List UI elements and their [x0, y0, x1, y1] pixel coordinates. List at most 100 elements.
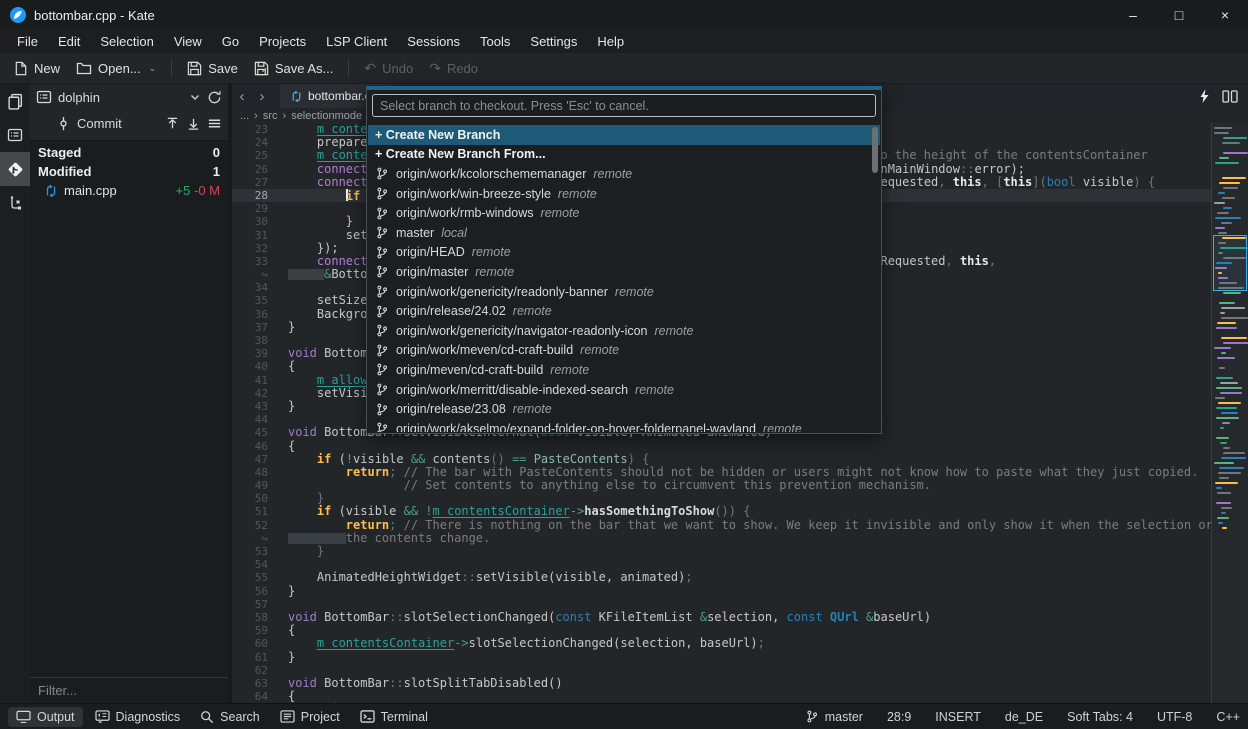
- status-c++[interactable]: C++: [1216, 710, 1240, 724]
- open-button[interactable]: Open...⌄: [68, 57, 164, 80]
- code-line[interactable]: 58void BottomBar::slotSelectionChanged(c…: [232, 611, 1211, 624]
- forward-button[interactable]: ›: [252, 88, 272, 105]
- menu-help[interactable]: Help: [588, 32, 633, 51]
- branch-item[interactable]: origin/release/23.08remote: [368, 399, 880, 419]
- line-number: ↪: [232, 532, 276, 545]
- pull-icon[interactable]: [186, 116, 201, 131]
- status-insert[interactable]: INSERT: [935, 710, 981, 724]
- menu-go[interactable]: Go: [213, 32, 248, 51]
- chevron-down-icon[interactable]: [189, 91, 201, 103]
- toolview-search[interactable]: Search: [192, 707, 268, 727]
- push-icon[interactable]: [165, 116, 180, 131]
- branch-item[interactable]: origin/work/genericity/readonly-bannerre…: [368, 282, 880, 302]
- branch-action-item[interactable]: + Create New Branch: [368, 125, 880, 145]
- branch-item[interactable]: origin/work/merritt/disable-indexed-sear…: [368, 380, 880, 400]
- toolview-diagnostics[interactable]: Diagnostics: [87, 707, 189, 727]
- menu-settings[interactable]: Settings: [521, 32, 586, 51]
- back-button[interactable]: ‹: [232, 88, 252, 105]
- tool-snippets[interactable]: [0, 186, 30, 220]
- code-line[interactable]: ↪the contents change.: [232, 532, 1211, 545]
- code-line[interactable]: 56}: [232, 585, 1211, 598]
- line-number: 62: [232, 664, 276, 677]
- branch-item[interactable]: origin/meven/cd-craft-buildremote: [368, 360, 880, 380]
- menu-view[interactable]: View: [165, 32, 211, 51]
- branch-item[interactable]: origin/masterremote: [368, 262, 880, 282]
- status-master[interactable]: master: [805, 709, 863, 724]
- branch-item[interactable]: origin/work/meven/cd-craft-buildremote: [368, 341, 880, 361]
- branch-item[interactable]: masterlocal: [368, 223, 880, 243]
- minimap-line: [1218, 277, 1228, 279]
- line-number: 53: [232, 545, 276, 558]
- toolview-terminal[interactable]: Terminal: [352, 707, 436, 727]
- minimap-line: [1222, 237, 1246, 239]
- branch-item[interactable]: origin/work/win-breeze-styleremote: [368, 184, 880, 204]
- status-soft-tabs-4[interactable]: Soft Tabs: 4: [1067, 710, 1133, 724]
- breadcrumb-item[interactable]: selectionmode: [291, 110, 362, 122]
- commit-button[interactable]: Commit: [77, 116, 122, 131]
- branch-item[interactable]: origin/work/rmb-windowsremote: [368, 203, 880, 223]
- menu-edit[interactable]: Edit: [49, 32, 89, 51]
- filter-input[interactable]: Filter...: [30, 677, 228, 703]
- project-selector[interactable]: dolphin: [58, 90, 100, 105]
- quick-actions-icon[interactable]: [1199, 89, 1210, 103]
- branch-item[interactable]: origin/work/genericity/navigator-readonl…: [368, 321, 880, 341]
- menu-tools[interactable]: Tools: [471, 32, 519, 51]
- breadcrumb-item[interactable]: ...: [240, 110, 249, 122]
- branch-item[interactable]: origin/work/akselmo/expand-folder-on-hov…: [368, 419, 880, 432]
- line-number: 51: [232, 505, 276, 518]
- tool-filesystem[interactable]: [0, 118, 30, 152]
- minimize-button[interactable]: –: [1110, 0, 1156, 30]
- code-line[interactable]: 53 }: [232, 545, 1211, 558]
- branch-item[interactable]: origin/release/24.02remote: [368, 301, 880, 321]
- refresh-icon[interactable]: [207, 90, 222, 105]
- split-view-icon[interactable]: [1222, 90, 1238, 103]
- menu-sessions[interactable]: Sessions: [398, 32, 469, 51]
- minimap-line: [1215, 162, 1239, 164]
- code-line[interactable]: 61}: [232, 651, 1211, 664]
- menu-file[interactable]: File: [8, 32, 47, 51]
- code-line[interactable]: 49 // Set contents to anything else to c…: [232, 479, 1211, 492]
- status-utf-8[interactable]: UTF-8: [1157, 710, 1192, 724]
- status-de-de[interactable]: de_DE: [1005, 710, 1043, 724]
- open-dropdown-icon[interactable]: ⌄: [149, 63, 157, 74]
- git-section-staged[interactable]: Staged0: [30, 143, 228, 162]
- popup-scrollbar-thumb[interactable]: [872, 127, 878, 173]
- tool-git[interactable]: [0, 152, 30, 186]
- code-line[interactable]: 63void BottomBar::slotSplitTabDisabled(): [232, 677, 1211, 690]
- line-number: 42: [232, 387, 276, 400]
- git-branch-icon: [375, 402, 389, 417]
- minimap-scrollbar[interactable]: [1211, 123, 1248, 703]
- branch-search-input[interactable]: Select branch to checkout. Press 'Esc' t…: [372, 94, 876, 117]
- redo-button[interactable]: ↷Redo: [421, 57, 486, 80]
- maximize-button[interactable]: □: [1156, 0, 1202, 30]
- close-button[interactable]: ×: [1202, 0, 1248, 30]
- status-28-9[interactable]: 28:9: [887, 710, 911, 724]
- tool-documents[interactable]: [0, 84, 30, 118]
- toolview-project[interactable]: Project: [272, 707, 348, 727]
- breadcrumb-item[interactable]: src: [263, 110, 278, 122]
- code-line[interactable]: 60 m_contentsContainer->slotSelectionCha…: [232, 637, 1211, 650]
- menu-projects[interactable]: Projects: [250, 32, 315, 51]
- menu-lsp-client[interactable]: LSP Client: [317, 32, 396, 51]
- branch-item[interactable]: origin/HEADremote: [368, 243, 880, 263]
- new-button[interactable]: New: [6, 57, 68, 80]
- menu-icon[interactable]: [207, 116, 222, 131]
- git-file-icon: [44, 184, 58, 198]
- branch-scope-tag: remote: [615, 285, 654, 299]
- save-as-button[interactable]: Save As...: [246, 57, 342, 80]
- minimap-line: [1215, 397, 1225, 399]
- line-number: 52: [232, 519, 276, 532]
- breadcrumb-separator: ›: [283, 110, 287, 122]
- toolview-output[interactable]: Output: [8, 707, 83, 727]
- git-section-modified[interactable]: Modified1: [30, 162, 228, 181]
- minimap-line: [1219, 367, 1225, 369]
- branch-item[interactable]: origin/work/kcolorschememanagerremote: [368, 164, 880, 184]
- git-file-row[interactable]: main.cpp+5 -0 M: [30, 181, 228, 200]
- code-line[interactable]: 55 AnimatedHeightWidget::setVisible(visi…: [232, 571, 1211, 584]
- kate-app-icon: [10, 7, 26, 23]
- undo-button[interactable]: ↶Undo: [356, 57, 421, 80]
- menu-selection[interactable]: Selection: [91, 32, 162, 51]
- code-line[interactable]: 64{: [232, 690, 1211, 703]
- save-button[interactable]: Save: [179, 57, 246, 80]
- branch-action-item[interactable]: + Create New Branch From...: [368, 145, 880, 165]
